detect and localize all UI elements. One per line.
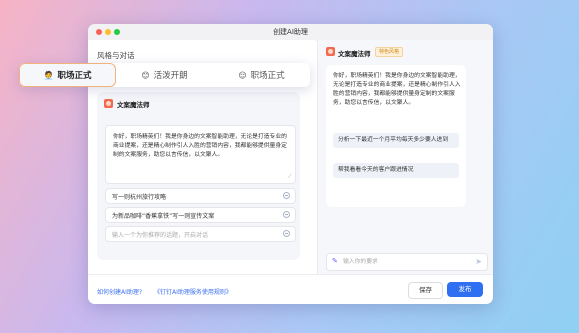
office-worker-icon: 🧑‍💼 bbox=[43, 70, 54, 80]
help-link[interactable]: 如何创建AI助理? bbox=[97, 287, 142, 296]
title-bar: 创建AI助理 bbox=[88, 24, 493, 41]
question-input-row[interactable]: 输入一个为你推荐的话题，开启对话 bbox=[105, 226, 296, 242]
suggestion-chip[interactable]: 分析一下最近一个月平均每天多少要人进到 bbox=[333, 133, 459, 148]
style-badge: 特色风格 bbox=[375, 47, 404, 57]
suggestion-chip[interactable]: 帮我看看今天的客户跟进情况 bbox=[333, 163, 459, 178]
tab-label: 活泼开朗 bbox=[153, 71, 188, 81]
tab-style-formal[interactable]: 🧑‍💼 职场正式 bbox=[19, 63, 116, 87]
message-text: 你好，职场精英们！我是你身边的文案智能助理，无论是打造专业的商业提案，还是精心制… bbox=[333, 73, 461, 106]
preview-card: 文案魔法师 你好，职场精英们！我是你身边的文案智能助理，无论是打造专业的商业提案… bbox=[97, 92, 300, 260]
send-icon[interactable]: ➤ bbox=[475, 257, 482, 266]
footer-bar: 如何创建AI助理? 《钉钉AI助理服务使用规则》 保存 发布 bbox=[88, 274, 493, 304]
pen-icon: ✎ bbox=[332, 257, 338, 265]
remove-question-icon[interactable] bbox=[283, 230, 290, 237]
intro-textarea[interactable]: 你好，职场精英们！我是你身边的文案智能助理，无论是打造专业的商业提案，还是精心制… bbox=[105, 125, 296, 184]
chat-input-bar: ✎ ➤ bbox=[326, 253, 488, 271]
tab-style-formal-2[interactable]: 😌 职场正式 bbox=[213, 63, 310, 87]
tab-label: 职场正式 bbox=[57, 71, 92, 81]
remove-question-icon[interactable] bbox=[283, 211, 290, 218]
section-label: 风格与对话 bbox=[97, 51, 135, 60]
question-text: 写一则杭州旅行攻略 bbox=[112, 194, 167, 201]
tab-style-lively[interactable]: 😊 活泼开朗 bbox=[116, 63, 213, 87]
question-row[interactable]: 写一则杭州旅行攻略 bbox=[105, 188, 296, 204]
rules-link[interactable]: 《钉钉AI助理服务使用规则》 bbox=[154, 287, 232, 296]
assistant-avatar bbox=[104, 99, 113, 108]
remove-question-icon[interactable] bbox=[283, 192, 290, 199]
intro-text: 你好，职场精英们！我是你身边的文案智能助理，无论是打造专业的商业提案，还是精心制… bbox=[113, 134, 287, 158]
assistant-name: 文案魔法师 bbox=[338, 50, 371, 58]
question-placeholder: 输入一个为你推荐的话题，开启对话 bbox=[112, 232, 209, 239]
smile-icon: 😊 bbox=[141, 70, 150, 80]
question-text: 为新品咖啡“香蕉拿铁”写一则宣传文案 bbox=[112, 213, 215, 220]
assistant-name: 文案魔法师 bbox=[117, 101, 150, 109]
tab-label: 职场正式 bbox=[250, 71, 285, 81]
publish-button[interactable]: 发布 bbox=[447, 282, 483, 297]
chat-preview-panel: 文案魔法师 特色风格 你好，职场精英们！我是你身边的文案智能助理，无论是打造专业… bbox=[317, 40, 493, 274]
style-tab-bar: 🧑‍💼 职场正式 😊 活泼开朗 😌 职场正式 bbox=[19, 63, 310, 87]
save-button[interactable]: 保存 bbox=[408, 282, 443, 299]
chat-input[interactable] bbox=[343, 256, 463, 267]
resize-handle-icon[interactable]: ⟋ bbox=[288, 173, 292, 181]
relieved-face-icon: 😌 bbox=[238, 70, 247, 80]
window-title: 创建AI助理 bbox=[273, 28, 308, 36]
question-row[interactable]: 为新品咖啡“香蕉拿铁”写一则宣传文案 bbox=[105, 207, 296, 223]
message-bubble: 你好，职场精英们！我是你身边的文案智能助理，无论是打造专业的商业提案，还是精心制… bbox=[326, 65, 466, 207]
assistant-avatar bbox=[326, 47, 335, 56]
